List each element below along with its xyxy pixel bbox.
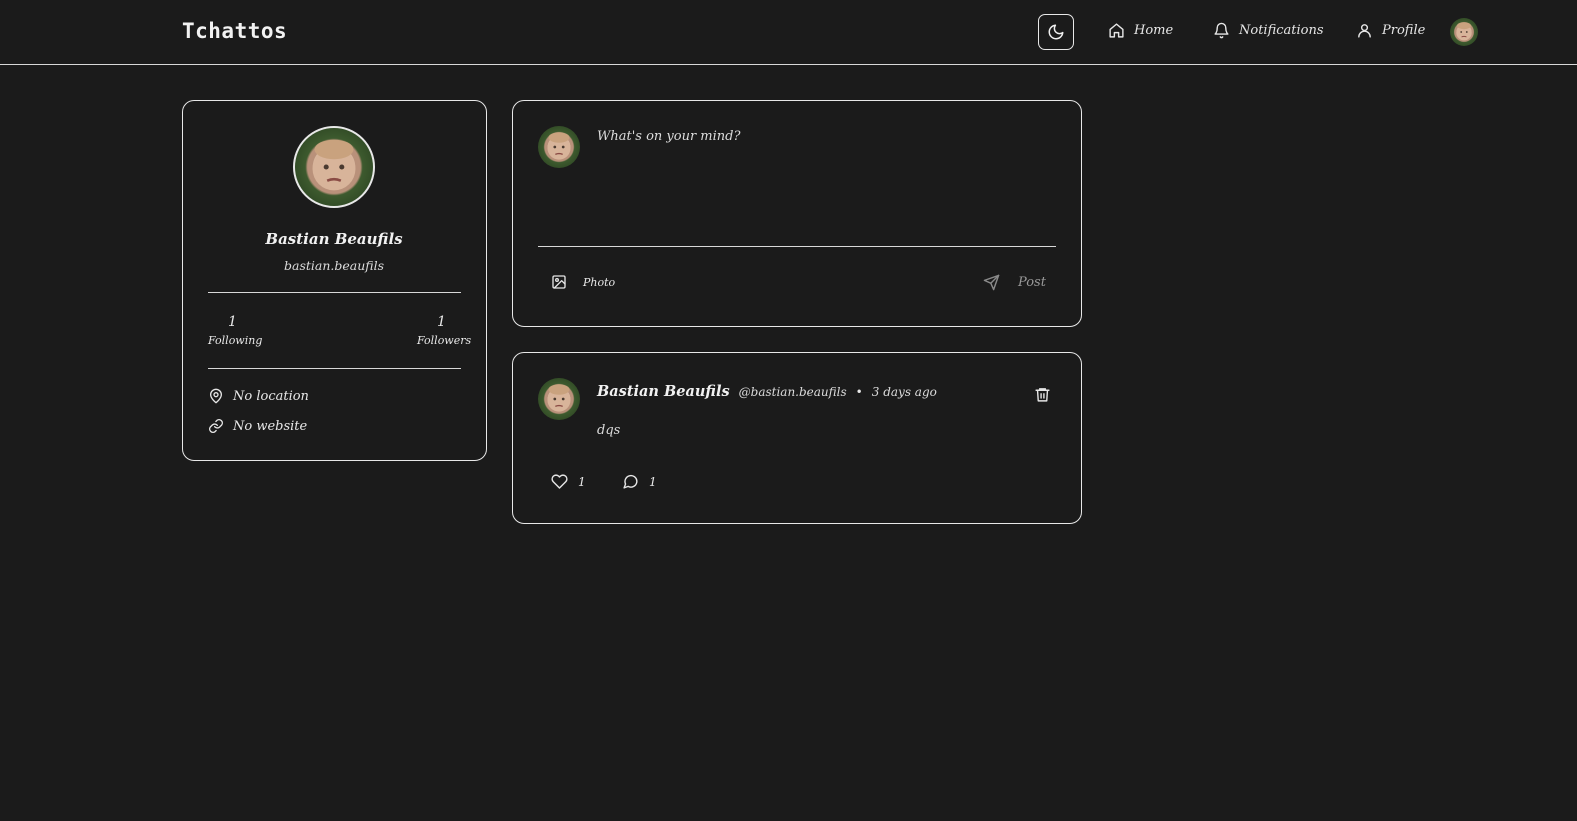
- following-count: 1: [228, 314, 237, 330]
- comment-button[interactable]: 1: [622, 473, 657, 490]
- add-photo-button[interactable]: Photo: [551, 274, 615, 290]
- nav-home-link[interactable]: Home: [1108, 22, 1173, 39]
- divider: [208, 368, 461, 369]
- nav-notifications-label: Notifications: [1239, 23, 1324, 38]
- divider: [208, 292, 461, 293]
- post-card: Bastian Beaufils @bastian.beaufils • 3 d…: [512, 352, 1082, 524]
- profile-card: Bastian Beaufils bastian.beaufils 1 Foll…: [182, 100, 487, 461]
- profile-website: No website: [208, 418, 307, 434]
- composer-avatar: [538, 126, 580, 168]
- divider: [538, 246, 1056, 247]
- post-header: Bastian Beaufils @bastian.beaufils • 3 d…: [597, 383, 937, 400]
- post-label: Post: [1018, 275, 1046, 290]
- website-text: No website: [233, 418, 308, 434]
- submit-post-button[interactable]: Post: [983, 274, 1046, 291]
- profile-avatar[interactable]: [293, 126, 375, 208]
- comment-icon: [622, 473, 639, 490]
- theme-toggle-button[interactable]: [1038, 14, 1074, 50]
- heart-icon: [551, 473, 568, 490]
- user-avatar-menu[interactable]: [1450, 18, 1478, 46]
- nav-profile-link[interactable]: Profile: [1356, 22, 1425, 39]
- home-icon: [1108, 22, 1125, 39]
- photo-label: Photo: [583, 275, 616, 289]
- map-pin-icon: [208, 388, 224, 404]
- profile-location: No location: [208, 388, 309, 404]
- image-icon: [551, 274, 567, 290]
- following-label: Following: [208, 334, 263, 347]
- following-stat[interactable]: 1 Following: [208, 314, 263, 347]
- followers-stat[interactable]: 1 Followers: [417, 314, 472, 347]
- user-icon: [1356, 22, 1373, 39]
- post-author-avatar[interactable]: [538, 378, 580, 420]
- post-content: dqs: [597, 423, 621, 438]
- post-timestamp: 3 days ago: [871, 385, 937, 399]
- nav-profile-label: Profile: [1382, 23, 1426, 38]
- nav-home-label: Home: [1134, 23, 1174, 38]
- profile-name[interactable]: Bastian Beaufils: [183, 230, 485, 248]
- moon-icon: [1047, 23, 1065, 41]
- post-author-handle[interactable]: @bastian.beaufils: [739, 385, 847, 399]
- bell-icon: [1213, 22, 1230, 39]
- link-icon: [208, 418, 224, 434]
- followers-count: 1: [437, 314, 446, 330]
- location-text: No location: [233, 388, 309, 404]
- comment-count: 1: [649, 474, 657, 489]
- followers-label: Followers: [417, 334, 472, 347]
- brand-logo[interactable]: Tchattos: [182, 19, 287, 43]
- nav-notifications-link[interactable]: Notifications: [1213, 22, 1324, 39]
- post-author-name[interactable]: Bastian Beaufils: [597, 383, 730, 400]
- like-button[interactable]: 1: [551, 473, 586, 490]
- trash-icon[interactable]: [1034, 386, 1051, 403]
- post-composer-card: What's on your mind? Photo Post: [512, 100, 1082, 327]
- post-separator: •: [855, 385, 863, 399]
- post-text-input[interactable]: What's on your mind?: [597, 129, 1052, 219]
- top-navigation-bar: Tchattos Home Notifications Profile: [0, 0, 1577, 65]
- like-count: 1: [578, 474, 586, 489]
- send-icon: [983, 274, 1000, 291]
- profile-username: bastian.beaufils: [283, 258, 385, 273]
